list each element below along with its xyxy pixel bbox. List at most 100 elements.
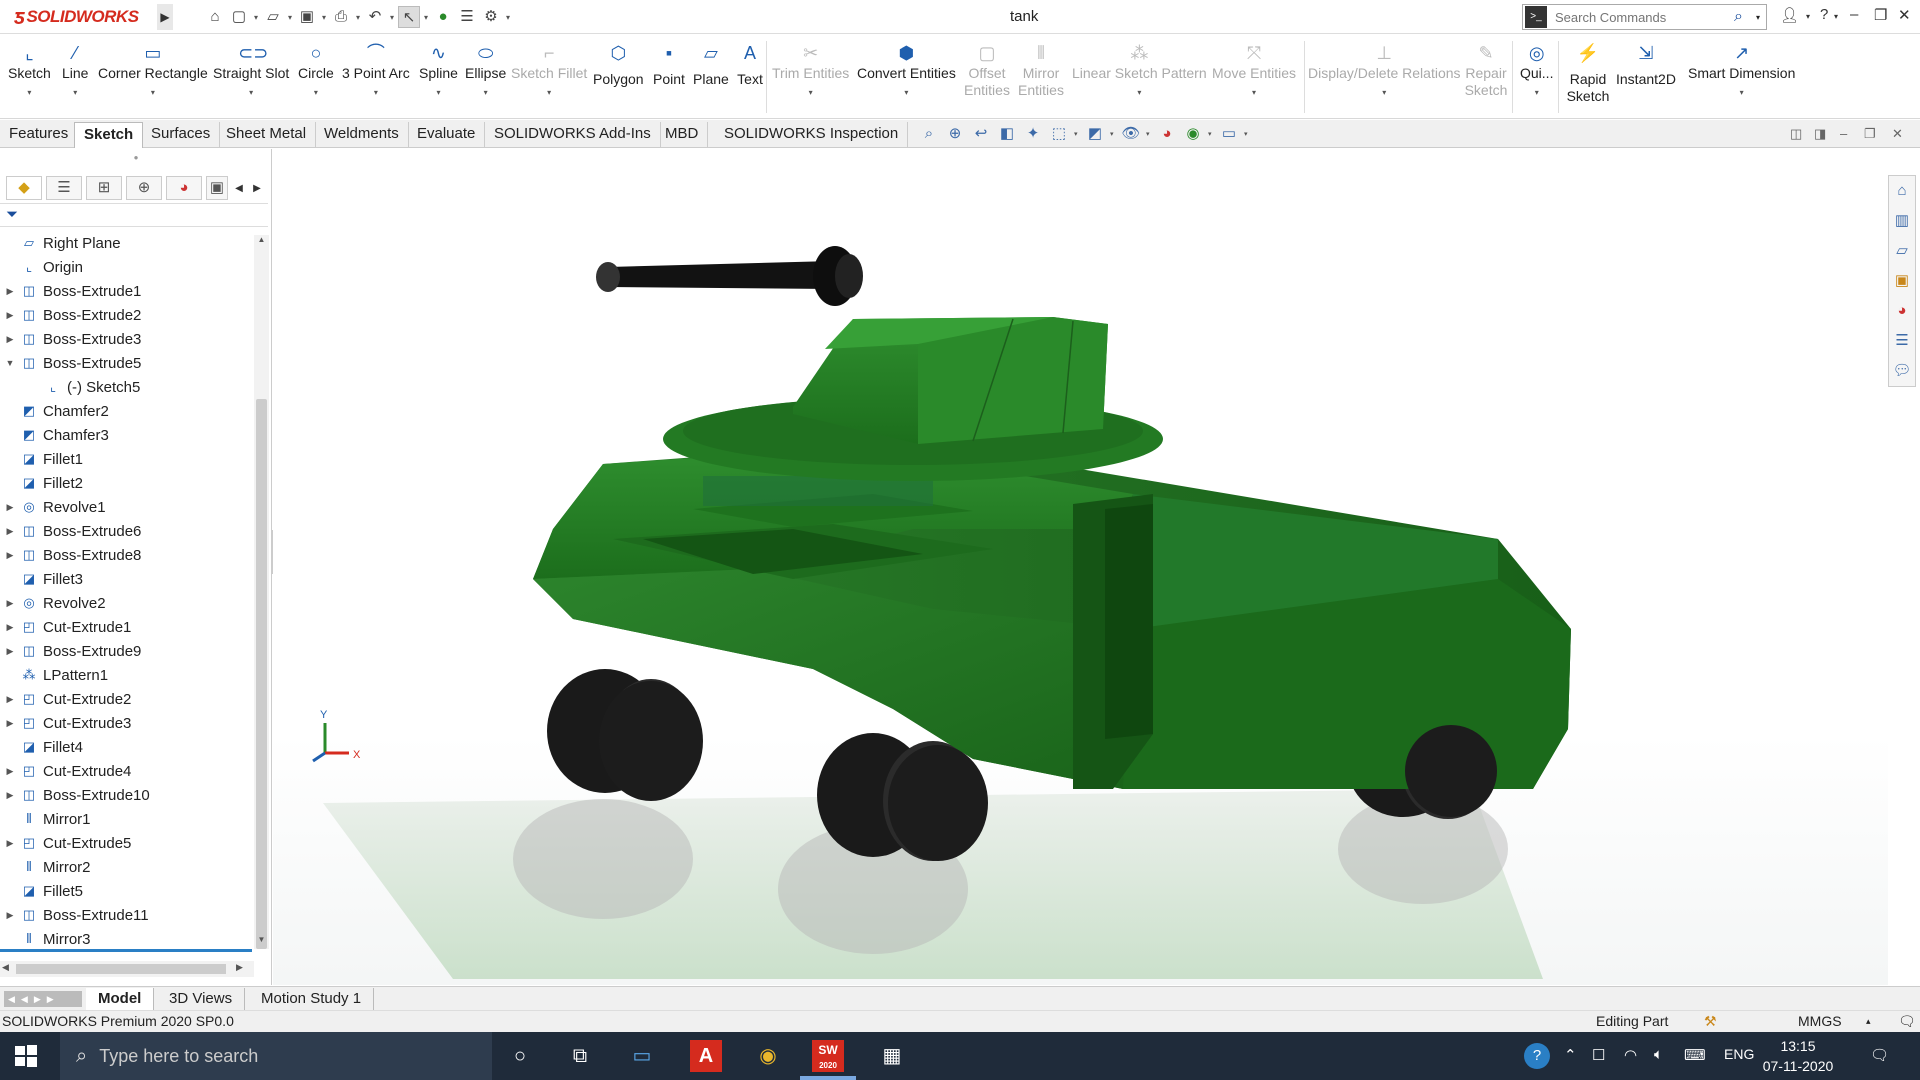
ribbon-button-3-point-arc[interactable]: ⌒ 3 Point Arc ▾ <box>342 41 410 101</box>
customize-status-bar-icon[interactable]: 🗨︎ <box>1898 1011 1916 1032</box>
rebuild-status-icon[interactable]: ⚒ <box>1704 1011 1717 1032</box>
tree-item[interactable]: ▶ ◎ Revolve2 <box>0 591 252 615</box>
user-icon[interactable]: 👤︎ <box>1780 6 1799 24</box>
network-devices-icon[interactable]: ☐ <box>1592 1046 1605 1064</box>
solidworks-taskbar-icon[interactable]: SW 2020 <box>812 1040 844 1072</box>
tabs-scroll-left-icon[interactable]: ◀ <box>232 183 246 194</box>
new-document-icon[interactable]: ▢ <box>228 6 250 28</box>
configuration-manager-tab-icon[interactable]: ⊞ <box>86 176 122 200</box>
new-dropdown[interactable]: ▾ <box>252 13 260 22</box>
tree-item[interactable]: ▶ ◫ Boss-Extrude9 <box>0 639 252 663</box>
expand-arrow-icon[interactable]: ▶ <box>0 526 20 537</box>
expand-arrow-icon[interactable]: ▶ <box>0 286 20 297</box>
select-cursor-icon[interactable]: ↖ <box>398 6 420 28</box>
keyboard-icon[interactable]: ⌨ <box>1684 1046 1706 1064</box>
property-manager-tab-icon[interactable]: ☰ <box>46 176 82 200</box>
ribbon-button-corner-rectangle[interactable]: ▭ Corner Rectangle ▾ <box>98 41 208 101</box>
tab-features[interactable]: Features <box>0 122 79 148</box>
ribbon-button-repair-sketch[interactable]: ✎ Repair Sketch <box>1464 41 1508 99</box>
feature-manager-tab-icon[interactable]: ◆ <box>6 176 42 200</box>
section-view-icon[interactable]: ◧ <box>996 124 1018 144</box>
viewport-split-icon[interactable]: ◨ <box>1814 126 1826 142</box>
dynamic-annotation-icon[interactable]: ✦ <box>1022 124 1044 144</box>
expand-arrow-icon[interactable]: ▶ <box>0 766 20 777</box>
zoom-to-area-icon[interactable]: ⊕ <box>944 124 966 144</box>
scroll-right-icon[interactable]: ▶ <box>236 962 243 973</box>
notifications-icon[interactable]: 🗨︎ <box>1870 1046 1889 1064</box>
display-manager-tab-icon[interactable]: ◕ <box>166 176 202 200</box>
ribbon-button-text[interactable]: A Text <box>737 41 763 88</box>
tab-evaluate[interactable]: Evaluate <box>408 122 486 148</box>
tree-item[interactable]: ◪ Fillet2 <box>0 471 252 495</box>
design-library-icon[interactable]: ▥ <box>1889 206 1915 236</box>
ribbon-button-quick-snaps[interactable]: ◎ Qui... ▾ <box>1520 41 1553 101</box>
print-icon[interactable]: ⎙ <box>330 6 352 28</box>
expand-arrow-icon[interactable]: ▶ <box>0 790 20 801</box>
ribbon-button-trim-entities[interactable]: ✂ Trim Entities ▾ <box>772 41 849 101</box>
units-dropdown[interactable]: ▴ <box>1866 1011 1871 1032</box>
ribbon-button-move-entities[interactable]: ⤧ Move Entities ▾ <box>1212 41 1296 101</box>
custom-properties-icon[interactable]: ☰ <box>1889 326 1915 356</box>
volume-icon[interactable]: 🔈︎ <box>1654 1046 1663 1063</box>
expand-arrow-icon[interactable]: ▶ <box>0 310 20 321</box>
tree-item[interactable]: ◪ Fillet4 <box>0 735 252 759</box>
tree-item[interactable]: ▱ Right Plane <box>0 231 252 255</box>
scroll-thumb[interactable] <box>256 399 267 949</box>
panel-grip[interactable]: ● <box>0 149 272 167</box>
cortana-icon[interactable]: ○ <box>504 1040 536 1072</box>
tree-horizontal-scrollbar[interactable]: ◀ ▶ <box>0 961 254 977</box>
forum-icon[interactable]: 💬︎ <box>1889 356 1915 386</box>
tree-item[interactable]: ▶ ◰ Cut-Extrude3 <box>0 711 252 735</box>
wifi-icon[interactable]: ◠ <box>1624 1046 1637 1064</box>
file-explorer-icon[interactable]: ▱ <box>1889 236 1915 266</box>
search-icon[interactable]: ⌕ <box>1734 8 1756 26</box>
tree-item[interactable]: ◪ Fillet1 <box>0 447 252 471</box>
help-icon[interactable]: ? <box>1820 6 1828 23</box>
ribbon-button-sketch[interactable]: ⌞ Sketch ▾ <box>8 41 51 101</box>
tree-item[interactable]: ▶ ◫ Boss-Extrude11 <box>0 903 252 927</box>
ribbon-button-sketch-fillet[interactable]: ⌐ Sketch Fillet ▾ <box>511 41 587 101</box>
tree-item[interactable]: ▼ ◫ Boss-Extrude5 <box>0 351 252 375</box>
tab-surfaces[interactable]: Surfaces <box>142 122 221 148</box>
ribbon-button-display-delete-relations[interactable]: ⊥ Display/Delete Relations ▾ <box>1308 41 1461 101</box>
save-dropdown[interactable]: ▾ <box>320 13 328 22</box>
ribbon-button-rapid-sketch[interactable]: ⚡ Rapid Sketch <box>1566 41 1610 105</box>
options-dropdown[interactable]: ▾ <box>504 13 512 22</box>
tab-motion-study-1[interactable]: Motion Study 1 <box>249 988 375 1010</box>
tab-solidworks-add-ins[interactable]: SOLIDWORKS Add-Ins <box>485 122 661 148</box>
ribbon-button-linear-sketch-pattern[interactable]: ⁂ Linear Sketch Pattern ▾ <box>1072 41 1207 101</box>
help-tray-icon[interactable]: ? <box>1524 1043 1550 1069</box>
view-palette-icon[interactable]: ▣ <box>1889 266 1915 296</box>
search-commands-box[interactable]: >_ ⌕ ▾ <box>1522 4 1767 30</box>
ribbon-button-plane[interactable]: ▱ Plane <box>693 41 729 88</box>
ribbon-button-ellipse[interactable]: ⬭ Ellipse ▾ <box>465 41 506 101</box>
minimize-icon[interactable]: – <box>1850 6 1858 23</box>
ribbon-button-spline[interactable]: ∿ Spline ▾ <box>419 41 458 101</box>
expand-arrow-icon[interactable]: ▶ <box>0 598 20 609</box>
tree-item[interactable]: ⌞ Origin <box>0 255 252 279</box>
open-folder-icon[interactable]: ▱ <box>262 6 284 28</box>
ribbon-button-offset-entities[interactable]: ▢ Offset Entities <box>963 41 1011 99</box>
tree-item[interactable]: ▶ ◎ Revolve1 <box>0 495 252 519</box>
expand-arrow-icon[interactable]: ▶ <box>0 838 20 849</box>
expand-arrow-icon[interactable]: ▶ <box>0 646 20 657</box>
tree-item[interactable]: ⫴ Mirror3 <box>0 927 252 948</box>
dimxpert-manager-tab-icon[interactable]: ⊕ <box>126 176 162 200</box>
tree-item[interactable]: ▶ ◫ Boss-Extrude6 <box>0 519 252 543</box>
select-dropdown[interactable]: ▾ <box>422 13 430 22</box>
display-style-icon[interactable]: ◩ <box>1084 124 1106 144</box>
tab-navigation-arrows[interactable]: ◀◀▶▶ <box>4 991 82 1007</box>
tree-item[interactable]: ⁂ LPattern1 <box>0 663 252 687</box>
close-icon[interactable]: ✕ <box>1898 6 1911 24</box>
tree-item[interactable]: ◪ Fillet5 <box>0 879 252 903</box>
cam-manager-tab-icon[interactable]: ▣ <box>206 176 228 200</box>
autocad-icon[interactable]: A <box>690 1040 722 1072</box>
tab-sheet-metal[interactable]: Sheet Metal <box>217 122 317 148</box>
save-icon[interactable]: ▣ <box>296 6 318 28</box>
solidworks-logo[interactable]: ƽ SOLIDWORKS <box>14 4 139 30</box>
tree-item[interactable]: ▶ ◫ Boss-Extrude8 <box>0 543 252 567</box>
scroll-down-icon[interactable]: ▼ <box>254 935 269 949</box>
task-view-icon[interactable]: ⧉ <box>564 1040 596 1072</box>
tree-item[interactable]: ▶ ◰ Cut-Extrude5 <box>0 831 252 855</box>
expand-arrow-icon[interactable]: ▶ <box>0 694 20 705</box>
